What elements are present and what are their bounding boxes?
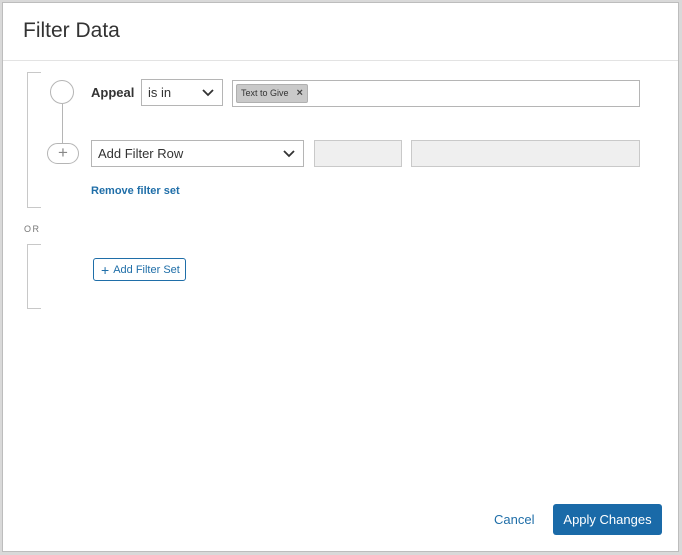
- chevron-down-icon: [283, 150, 295, 158]
- plus-icon: +: [101, 261, 110, 278]
- add-row-button[interactable]: +: [47, 143, 79, 164]
- or-separator: OR: [24, 224, 41, 234]
- filter-set-bracket: [27, 72, 41, 208]
- filter-values-input[interactable]: Text to Give ×: [232, 80, 640, 107]
- operator-select[interactable]: is in: [141, 79, 223, 106]
- filter-row-marker: [50, 80, 74, 104]
- filter-data-modal: Filter Data + Appeal is in Text to Give …: [2, 2, 679, 552]
- close-icon[interactable]: ×: [297, 85, 303, 102]
- filter-row-connector: [62, 104, 63, 144]
- chevron-down-icon: [202, 89, 214, 97]
- modal-title: Filter Data: [23, 19, 120, 42]
- new-filter-set-bracket: [27, 244, 41, 309]
- value-tag-label: Text to Give: [241, 88, 289, 98]
- plus-icon: +: [58, 143, 68, 162]
- add-filter-set-button[interactable]: + Add Filter Set: [93, 258, 186, 281]
- add-filter-set-label: Add Filter Set: [113, 263, 180, 276]
- filter-field-label: Appeal: [91, 85, 135, 100]
- modal-header: Filter Data: [3, 3, 678, 61]
- add-filter-row-placeholder: Add Filter Row: [98, 146, 184, 161]
- value-tag: Text to Give ×: [236, 84, 308, 103]
- add-filter-row-select[interactable]: Add Filter Row: [91, 140, 304, 167]
- cancel-button[interactable]: Cancel: [494, 512, 534, 527]
- operator-value: is in: [148, 85, 172, 100]
- operator-input-disabled: [314, 140, 402, 167]
- value-input-disabled: [411, 140, 640, 167]
- remove-filter-set-link[interactable]: Remove filter set: [91, 185, 180, 197]
- apply-changes-button[interactable]: Apply Changes: [553, 504, 662, 535]
